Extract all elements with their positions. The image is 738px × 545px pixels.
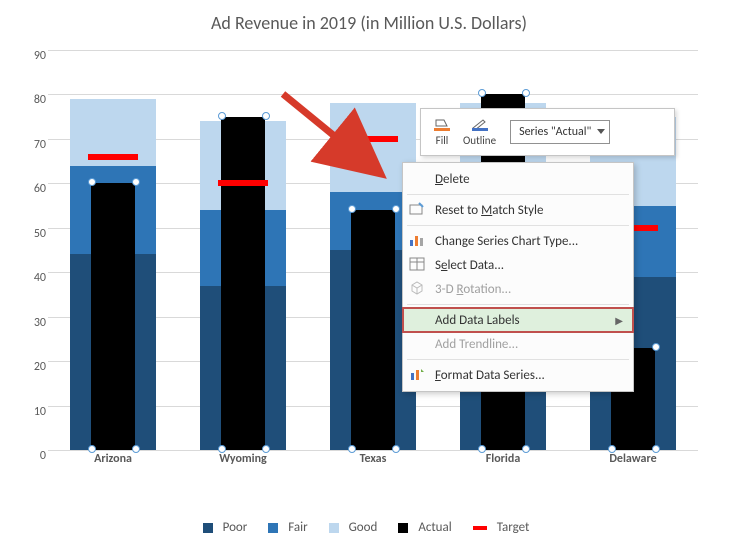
y-tick: 40 [34,271,46,285]
cube-icon [409,281,427,297]
x-category-label: Arizona [94,452,132,466]
outline-label: Outline [463,134,496,147]
legend-fair: Fair [288,520,307,535]
y-tick: 80 [34,93,46,107]
selection-handle-icon [218,112,226,120]
selection-handle-icon [478,89,486,97]
y-tick: 50 [34,227,46,241]
format-icon [409,367,427,383]
fill-label: Fill [436,134,449,147]
menu-item-trend: Add Trendline... [403,332,633,356]
selection-handle-icon [262,112,270,120]
target-marker[interactable] [218,180,268,186]
menu-label: Delete [435,172,470,187]
y-tick: 70 [34,138,46,152]
actual-bar[interactable] [221,117,265,450]
blank-icon [409,171,427,187]
selection-handle-icon [88,178,96,186]
menu-item-reset[interactable]: Reset to Match Style [403,198,633,222]
selection-handle-icon [348,205,356,213]
selection-handle-icon [652,343,660,351]
legend-poor: Poor [223,520,248,535]
chart-icon [409,233,427,249]
context-menu: Delete Reset to Match Style Change Series … [402,162,634,392]
menu-item-delete[interactable]: Delete [403,167,633,191]
menu-item-select[interactable]: Select Data... [403,253,633,277]
series-selector[interactable]: Series "Actual" [510,120,610,144]
y-tick: 20 [34,360,46,374]
stacked-bar[interactable] [200,121,286,450]
x-category-label: Delaware [609,452,656,466]
blank-icon [409,336,427,352]
y-tick: 10 [34,405,46,419]
x-category-label: Texas [360,452,387,466]
selection-handle-icon [522,89,530,97]
menu-label: Select Data... [435,258,504,273]
y-axis: 0102030405060708090 [16,50,46,450]
outline-button[interactable]: Outline [457,116,502,149]
actual-bar[interactable] [351,210,395,450]
menu-label: Format Data Series... [435,368,545,383]
menu-label: 3-D Rotation... [435,282,511,297]
stacked-bar[interactable] [70,99,156,450]
menu-item-rotate: 3-D Rotation... [403,277,633,301]
x-category-label: Florida [486,452,520,466]
selection-handle-icon [392,205,400,213]
menu-label: Add Data Labels [435,313,520,328]
data-icon [409,257,427,273]
actual-bar[interactable] [91,183,135,450]
menu-label: Change Series Chart Type... [435,234,578,249]
y-tick: 30 [34,316,46,330]
y-tick: 60 [34,182,46,196]
chart-title: Ad Revenue in 2019 (in Million U.S. Doll… [0,0,738,42]
legend-target: Target [497,520,530,535]
fill-bucket-icon [433,118,451,132]
target-marker[interactable] [348,136,398,142]
legend-actual: Actual [418,520,451,535]
legend-good: Good [349,520,378,535]
mini-toolbar: Fill Outline Series "Actual" [420,108,675,156]
menu-item-addlabels[interactable]: Add Data Labels ▶ [403,308,633,332]
menu-item-format[interactable]: Format Data Series... [403,363,633,387]
x-axis: Arizona Wyoming Texas Florida Delaware [48,452,698,472]
menu-label: Reset to Match Style [435,203,543,218]
y-tick: 90 [34,49,46,63]
reset-icon [409,202,427,218]
menu-item-change[interactable]: Change Series Chart Type... [403,229,633,253]
outline-pen-icon [471,118,489,132]
series-selector-label: Series "Actual" [519,125,591,139]
y-tick: 0 [40,449,46,463]
menu-label: Add Trendline... [435,337,518,352]
fill-button[interactable]: Fill [427,116,457,149]
chart-legend: Poor Fair Good Actual Target [0,520,738,535]
submenu-arrow-icon: ▶ [615,314,623,327]
target-marker[interactable] [88,154,138,160]
x-category-label: Wyoming [219,452,267,466]
blank-icon [409,312,427,328]
